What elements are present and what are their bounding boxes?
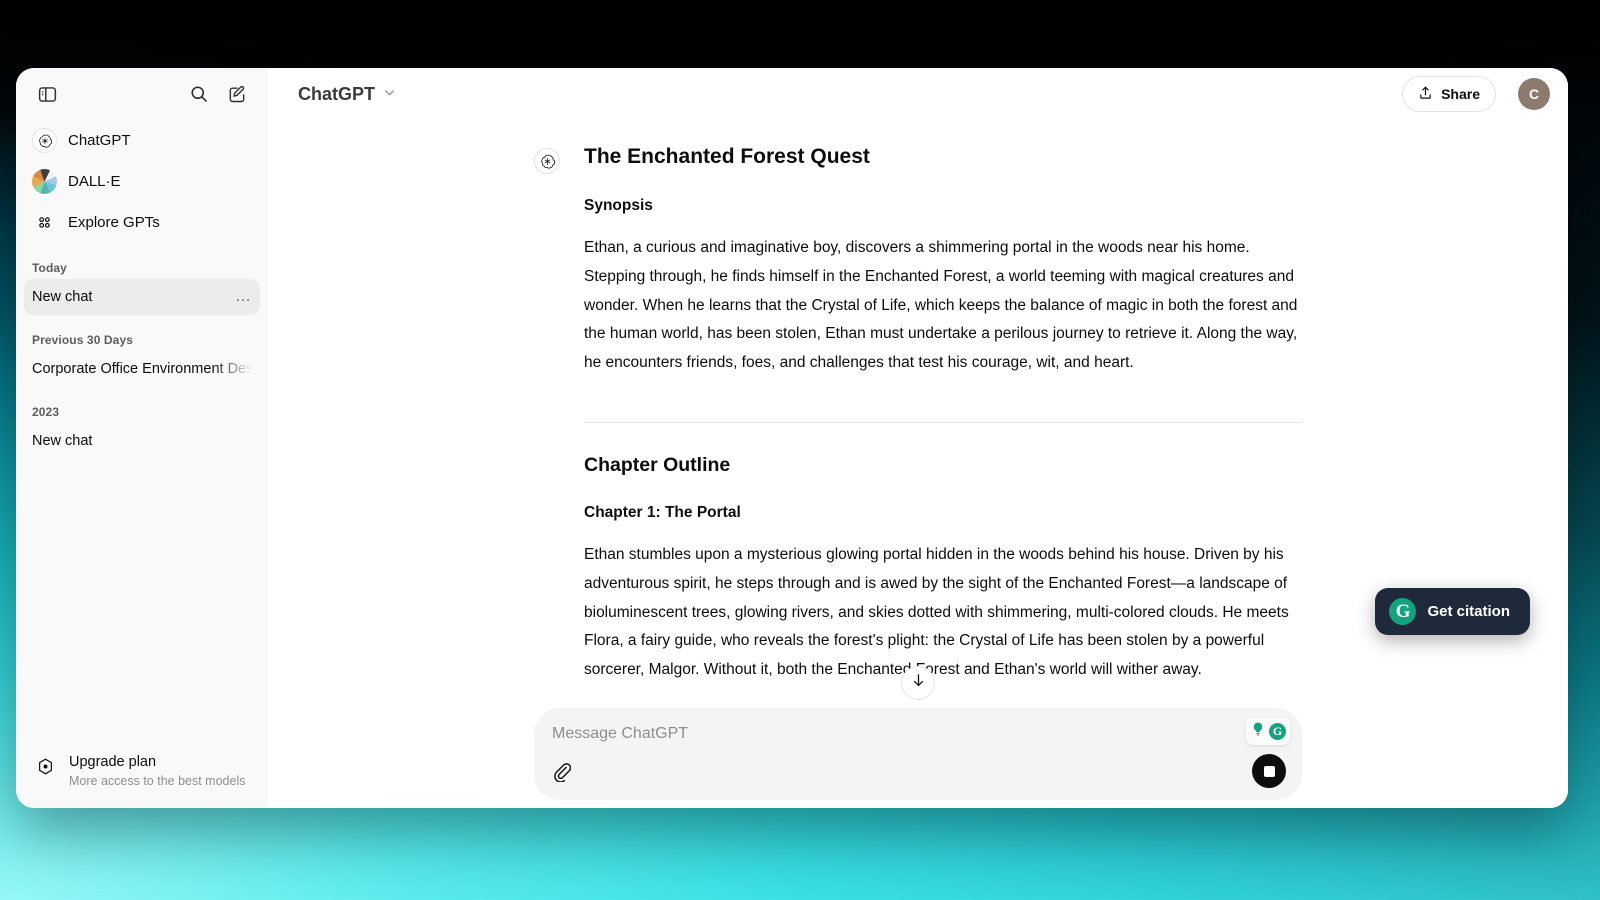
composer-area: Message ChatGPT G bbox=[268, 708, 1568, 808]
message-body: The Enchanted Forest Quest Synopsis Etha… bbox=[584, 128, 1302, 685]
sidebar-item-chatgpt[interactable]: ChatGPT bbox=[24, 120, 260, 161]
writing-assistant-badge[interactable]: G bbox=[1246, 718, 1290, 745]
chat-history: Today New chat … Previous 30 Days Corpor… bbox=[16, 243, 268, 459]
upgrade-subtitle: More access to the best models bbox=[69, 774, 246, 788]
sidebar-header bbox=[16, 68, 268, 120]
sidebar-item-explore-gpts[interactable]: Explore GPTs bbox=[24, 202, 260, 243]
share-upload-icon bbox=[1418, 85, 1433, 103]
arrow-down-icon bbox=[910, 672, 927, 694]
share-button[interactable]: Share bbox=[1402, 76, 1496, 112]
chat-options-icon[interactable]: … bbox=[229, 288, 252, 306]
sidebar-footer: Upgrade plan More access to the best mod… bbox=[16, 737, 268, 808]
chapter-1-paragraph: Ethan stumbles upon a mysterious glowing… bbox=[584, 545, 1289, 679]
get-citation-widget[interactable]: G Get citation bbox=[1375, 588, 1530, 635]
history-group-label: Today bbox=[32, 261, 67, 275]
chapter-outline-heading: Chapter Outline bbox=[584, 453, 731, 476]
synopsis-paragraph: Ethan, a curious and imaginative boy, di… bbox=[584, 239, 1298, 372]
upgrade-plan-button[interactable]: Upgrade plan More access to the best mod… bbox=[24, 745, 260, 798]
chat-title: New chat bbox=[32, 433, 93, 449]
page-title: The Enchanted Forest Quest bbox=[584, 145, 870, 168]
synopsis-heading: Synopsis bbox=[584, 197, 653, 214]
sidebar-item-label: ChatGPT bbox=[68, 132, 131, 149]
grammarly-g-icon: G bbox=[1389, 598, 1417, 625]
sidebar-nav: ChatGPT DALL·E Explore GPTs bbox=[16, 120, 268, 243]
avatar[interactable]: C bbox=[1518, 78, 1550, 110]
chat-list-item[interactable]: New chat bbox=[24, 423, 260, 459]
main-panel: ChatGPT Share C The Enchanted Forest Que… bbox=[268, 68, 1568, 808]
openai-logo-icon bbox=[534, 148, 560, 174]
history-group-label: Previous 30 Days bbox=[32, 333, 133, 347]
model-name: ChatGPT bbox=[298, 83, 376, 104]
new-chat-pencil-icon[interactable] bbox=[220, 77, 254, 111]
sidebar-item-dalle[interactable]: DALL·E bbox=[24, 161, 260, 202]
history-group-label: 2023 bbox=[32, 405, 60, 419]
model-selector[interactable]: ChatGPT bbox=[290, 79, 405, 110]
scroll-to-bottom-button[interactable] bbox=[901, 666, 935, 700]
composer-controls bbox=[550, 754, 1286, 788]
openai-logo-icon bbox=[32, 128, 57, 153]
assistant-message: The Enchanted Forest Quest Synopsis Etha… bbox=[518, 120, 1318, 685]
chat-list-item[interactable]: Corporate Office Environment Design bbox=[24, 351, 260, 387]
stop-generating-button[interactable] bbox=[1252, 754, 1286, 788]
share-label: Share bbox=[1441, 86, 1480, 102]
message-input[interactable]: Message ChatGPT bbox=[550, 722, 1286, 746]
sidebar-item-label: DALL·E bbox=[68, 173, 121, 190]
upgrade-title: Upgrade plan bbox=[69, 754, 157, 770]
sidebar-toggle-icon[interactable] bbox=[30, 77, 64, 111]
get-citation-label: Get citation bbox=[1427, 603, 1510, 620]
dalle-color-wheel-icon bbox=[32, 169, 57, 194]
sidebar-item-label: Explore GPTs bbox=[68, 214, 160, 231]
search-icon[interactable] bbox=[182, 77, 216, 111]
conversation-scroll-area[interactable]: The Enchanted Forest Quest Synopsis Etha… bbox=[268, 120, 1568, 708]
chat-list-item[interactable]: New chat … bbox=[24, 279, 260, 315]
top-bar: ChatGPT Share C bbox=[268, 68, 1568, 120]
upgrade-diamond-icon bbox=[32, 753, 58, 779]
chat-title: Corporate Office Environment Design bbox=[32, 361, 252, 377]
grid-dots-icon bbox=[32, 210, 57, 235]
chat-title: New chat bbox=[32, 289, 93, 305]
stop-square-icon bbox=[1263, 765, 1275, 777]
grammarly-g-icon[interactable]: G bbox=[1269, 723, 1286, 740]
message-composer[interactable]: Message ChatGPT G bbox=[534, 708, 1302, 800]
chatgpt-app-window: ChatGPT DALL·E Explore GPTs Today New ch… bbox=[16, 68, 1568, 808]
chapter-1-heading: Chapter 1: The Portal bbox=[584, 503, 741, 521]
paperclip-icon[interactable] bbox=[550, 761, 571, 782]
lightbulb-icon[interactable] bbox=[1250, 721, 1266, 742]
section-divider bbox=[584, 421, 1302, 423]
chevron-down-icon bbox=[382, 84, 397, 105]
sidebar: ChatGPT DALL·E Explore GPTs Today New ch… bbox=[16, 68, 268, 808]
